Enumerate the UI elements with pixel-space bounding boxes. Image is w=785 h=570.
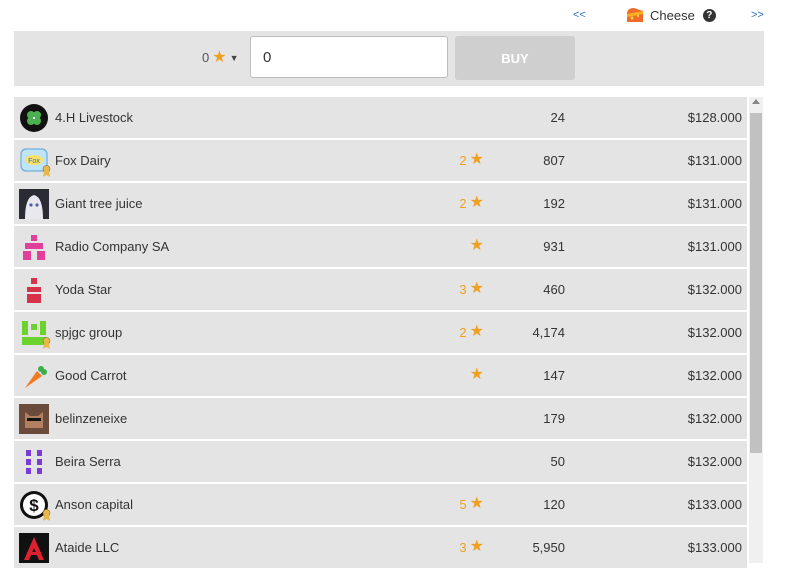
price-cell: $128.000 bbox=[687, 110, 742, 125]
help-icon[interactable]: ? bbox=[702, 8, 716, 22]
quality-number: 2 bbox=[459, 152, 467, 168]
next-resource-link[interactable]: >> bbox=[751, 9, 764, 21]
quantity-cell: 179 bbox=[543, 411, 565, 426]
star-icon: ★ bbox=[469, 194, 484, 211]
company-name: Beira Serra bbox=[55, 454, 121, 469]
purple-blocks-logo-icon bbox=[26, 450, 42, 474]
quantity-cell: 931 bbox=[543, 239, 565, 254]
table-row[interactable]: 4.H Livestock 24 $128.000 bbox=[14, 97, 747, 138]
quality-rating: ★ bbox=[467, 367, 484, 383]
market-listing: 4.H Livestock 24 $128.000 Fox Fox Dairy … bbox=[14, 97, 747, 570]
quantity-cell: 807 bbox=[543, 153, 565, 168]
company-name: 4.H Livestock bbox=[55, 110, 134, 125]
table-row[interactable]: Fox Fox Dairy 2 ★ 807 $131.000 bbox=[14, 140, 747, 181]
scroll-up-arrow-icon[interactable] bbox=[752, 99, 760, 104]
quantity-cell: 5,950 bbox=[532, 540, 565, 555]
resource-header: Cheese ? bbox=[625, 6, 716, 24]
red-a-logo-icon bbox=[19, 533, 49, 563]
table-row[interactable]: belinzeneixe 179 $132.000 bbox=[14, 398, 747, 439]
quality-filter-value: 0 bbox=[202, 50, 210, 65]
previous-resource-link[interactable]: << bbox=[573, 9, 586, 21]
quantity-input[interactable] bbox=[250, 36, 448, 78]
table-row[interactable]: Good Carrot ★ 147 $132.000 bbox=[14, 355, 747, 396]
quality-rating: 2 ★ bbox=[459, 324, 484, 340]
price-cell: $133.000 bbox=[687, 540, 742, 555]
cat-photo-logo-icon bbox=[19, 404, 49, 434]
chevron-down-icon: ▼ bbox=[229, 52, 239, 63]
star-icon: ★ bbox=[469, 237, 484, 254]
price-cell: $132.000 bbox=[687, 411, 742, 426]
scrollbar-thumb[interactable] bbox=[750, 113, 762, 453]
quantity-cell: 4,174 bbox=[532, 325, 565, 340]
quality-rating: ★ bbox=[467, 238, 484, 254]
star-icon: ★ bbox=[469, 495, 484, 512]
quality-number: 3 bbox=[459, 281, 467, 297]
price-cell: $132.000 bbox=[687, 282, 742, 297]
quantity-cell: 24 bbox=[550, 110, 565, 125]
quality-number: 5 bbox=[459, 496, 467, 512]
buy-bar: 0 ★ ▼ BUY bbox=[14, 31, 764, 86]
buy-button[interactable]: BUY bbox=[455, 36, 575, 80]
company-name: Ataide LLC bbox=[55, 540, 120, 555]
award-ribbon-icon bbox=[42, 337, 51, 349]
table-row[interactable]: Ataide LLC 3 ★ 5,950 $133.000 bbox=[14, 527, 747, 568]
quantity-cell: 460 bbox=[543, 282, 565, 297]
resource-name: Cheese bbox=[650, 7, 695, 23]
award-ribbon-icon bbox=[42, 509, 51, 521]
quality-number: 2 bbox=[459, 195, 467, 211]
pink-blocks-logo-icon bbox=[23, 235, 45, 260]
price-cell: $132.000 bbox=[687, 325, 742, 340]
star-icon: ★ bbox=[469, 323, 484, 340]
clover-logo-icon bbox=[20, 104, 48, 132]
quality-rating: 3 ★ bbox=[459, 539, 484, 555]
anime-avatar-logo-icon bbox=[19, 189, 49, 219]
cheese-icon bbox=[627, 8, 643, 22]
quantity-cell: 50 bbox=[550, 454, 565, 469]
quality-number: 3 bbox=[459, 539, 467, 555]
quantity-cell: 192 bbox=[543, 196, 565, 211]
price-cell: $131.000 bbox=[687, 153, 742, 168]
star-icon: ★ bbox=[469, 151, 484, 168]
price-cell: $133.000 bbox=[687, 497, 742, 512]
award-ribbon-icon bbox=[42, 165, 51, 177]
svg-text:Fox: Fox bbox=[28, 158, 40, 165]
price-cell: $132.000 bbox=[687, 368, 742, 383]
quality-number: 2 bbox=[459, 324, 467, 340]
company-name: Anson capital bbox=[55, 497, 134, 512]
company-name: Radio Company SA bbox=[55, 239, 170, 254]
table-row[interactable]: $ Anson capital 5 ★ 120 $133.000 bbox=[14, 484, 747, 525]
carrot-logo-icon bbox=[25, 366, 47, 388]
quality-rating: 5 ★ bbox=[459, 496, 484, 512]
star-icon: ★ bbox=[469, 366, 484, 383]
table-row[interactable]: spjgc group 2 ★ 4,174 $132.000 bbox=[14, 312, 747, 353]
quality-rating: 2 ★ bbox=[459, 152, 484, 168]
quality-rating: 2 ★ bbox=[459, 195, 484, 211]
table-row[interactable]: Beira Serra 50 $132.000 bbox=[14, 441, 747, 482]
price-cell: $131.000 bbox=[687, 196, 742, 211]
star-icon: ★ bbox=[469, 538, 484, 555]
top-navigation: << Cheese ? >> bbox=[0, 0, 785, 30]
price-cell: $131.000 bbox=[687, 239, 742, 254]
svg-text:$: $ bbox=[29, 496, 39, 515]
listing-scrollbar[interactable] bbox=[749, 97, 763, 563]
company-name: Yoda Star bbox=[55, 282, 112, 297]
table-row[interactable]: Giant tree juice 2 ★ 192 $131.000 bbox=[14, 183, 747, 224]
star-icon: ★ bbox=[212, 48, 227, 66]
table-row[interactable]: Radio Company SA ★ 931 $131.000 bbox=[14, 226, 747, 267]
price-cell: $132.000 bbox=[687, 454, 742, 469]
quality-rating: 3 ★ bbox=[459, 281, 484, 297]
quantity-cell: 147 bbox=[543, 368, 565, 383]
company-name: Fox Dairy bbox=[55, 153, 111, 168]
red-blocks-logo-icon bbox=[27, 278, 41, 303]
quantity-cell: 120 bbox=[543, 497, 565, 512]
company-name: Giant tree juice bbox=[55, 196, 143, 211]
quality-filter-dropdown[interactable]: 0 ★ ▼ bbox=[202, 48, 239, 66]
company-name: spjgc group bbox=[55, 325, 123, 340]
star-icon: ★ bbox=[469, 280, 484, 297]
company-name: belinzeneixe bbox=[55, 411, 128, 426]
table-row[interactable]: Yoda Star 3 ★ 460 $132.000 bbox=[14, 269, 747, 310]
company-name: Good Carrot bbox=[55, 368, 127, 383]
